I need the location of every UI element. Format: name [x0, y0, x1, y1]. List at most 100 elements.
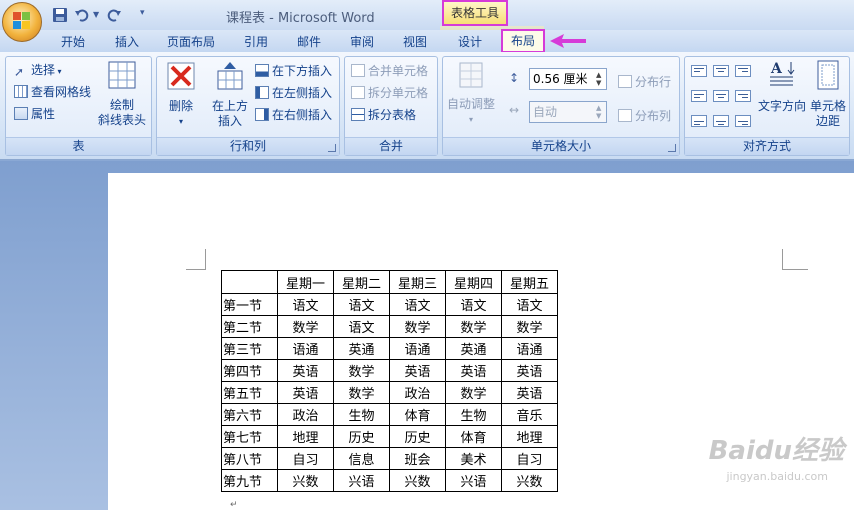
course-cell[interactable]: 英语	[389, 359, 446, 382]
undo-dropdown-icon[interactable]: ▼	[93, 10, 99, 19]
customize-qat-icon[interactable]: ▾	[140, 8, 145, 18]
course-cell[interactable]: 班会	[389, 447, 446, 470]
tab-home[interactable]: 开始	[61, 33, 85, 50]
table-header-cell[interactable]: 星期二	[333, 270, 390, 294]
office-button[interactable]	[2, 2, 42, 42]
course-cell[interactable]: 数学	[445, 381, 502, 404]
table-header-cell[interactable]: 星期四	[445, 270, 502, 294]
tab-design[interactable]: 设计	[458, 33, 482, 50]
course-cell[interactable]: 数学	[333, 381, 390, 404]
period-cell[interactable]: 第五节	[221, 381, 278, 404]
tab-review[interactable]: 审阅	[350, 33, 374, 50]
table-header-cell[interactable]: 星期三	[389, 270, 446, 294]
period-cell[interactable]: 第九节	[221, 469, 278, 492]
period-cell[interactable]: 第二节	[221, 315, 278, 338]
period-cell[interactable]: 第一节	[221, 293, 278, 316]
course-cell[interactable]: 政治	[277, 403, 334, 426]
course-cell[interactable]: 语通	[389, 337, 446, 360]
course-cell[interactable]: 数学	[277, 315, 334, 338]
course-cell[interactable]: 数学	[333, 359, 390, 382]
align-top-center-icon[interactable]	[713, 65, 729, 77]
period-cell[interactable]: 第八节	[221, 447, 278, 470]
align-top-right-icon[interactable]	[735, 65, 751, 77]
insert-left-button[interactable]: 在左侧插入	[255, 84, 332, 101]
course-cell[interactable]: 英语	[277, 381, 334, 404]
course-cell[interactable]: 兴语	[333, 469, 390, 492]
course-cell[interactable]: 体育	[445, 425, 502, 448]
rows-columns-dialog-launcher-icon[interactable]	[328, 144, 336, 152]
course-cell[interactable]: 语通	[277, 337, 334, 360]
course-cell[interactable]: 历史	[389, 425, 446, 448]
text-direction-button[interactable]: A 文字方向	[757, 59, 807, 114]
align-bottom-left-icon[interactable]	[691, 115, 707, 127]
row-height-input[interactable]: 0.56 厘米 ▲ ▼	[529, 68, 607, 90]
align-top-left-icon[interactable]	[691, 65, 707, 77]
autofit-button[interactable]: 自动调整 ▾	[445, 61, 497, 127]
course-cell[interactable]: 美术	[445, 447, 502, 470]
course-cell[interactable]: 地理	[277, 425, 334, 448]
align-middle-right-icon[interactable]	[735, 90, 751, 102]
course-cell[interactable]: 兴数	[277, 469, 334, 492]
tab-layout[interactable]: 布局	[501, 29, 545, 53]
delete-button[interactable]: 删除 ▾	[161, 61, 201, 129]
course-cell[interactable]: 数学	[501, 315, 558, 338]
period-cell[interactable]: 第三节	[221, 337, 278, 360]
course-cell[interactable]: 数学	[445, 315, 502, 338]
tab-mailings[interactable]: 邮件	[297, 33, 321, 50]
course-cell[interactable]: 语文	[389, 293, 446, 316]
course-cell[interactable]: 体育	[389, 403, 446, 426]
tab-insert[interactable]: 插入	[115, 33, 139, 50]
course-cell[interactable]: 自习	[277, 447, 334, 470]
course-cell[interactable]: 英语	[445, 359, 502, 382]
course-cell[interactable]: 语文	[445, 293, 502, 316]
properties-button[interactable]: 属性	[14, 105, 55, 122]
course-cell[interactable]: 政治	[389, 381, 446, 404]
tab-view[interactable]: 视图	[403, 33, 427, 50]
split-table-button[interactable]: 拆分表格	[351, 106, 416, 123]
course-cell[interactable]: 语文	[333, 315, 390, 338]
course-cell[interactable]: 语文	[333, 293, 390, 316]
insert-above-button[interactable]: 在上方 插入	[209, 61, 251, 129]
course-cell[interactable]: 音乐	[501, 403, 558, 426]
course-cell[interactable]: 语文	[277, 293, 334, 316]
course-cell[interactable]: 英语	[501, 381, 558, 404]
table-header-cell[interactable]	[221, 270, 278, 294]
align-middle-center-icon[interactable]	[713, 90, 729, 102]
course-cell[interactable]: 生物	[445, 403, 502, 426]
course-cell[interactable]: 语通	[501, 337, 558, 360]
table-header-cell[interactable]: 星期五	[501, 270, 558, 294]
period-cell[interactable]: 第六节	[221, 403, 278, 426]
timetable[interactable]: 星期一 星期二 星期三 星期四 星期五 第一节 语文 语文 语文 语文 语文 第二节 数学 语文 数学 数学数…	[221, 270, 558, 492]
course-cell[interactable]: 语文	[501, 293, 558, 316]
course-cell[interactable]: 生物	[333, 403, 390, 426]
draw-diagonal-header-button[interactable]: 绘制 斜线表头	[96, 61, 148, 128]
merge-cells-button[interactable]: 合并单元格	[351, 62, 428, 79]
view-gridlines-button[interactable]: 查看网格线	[14, 83, 91, 100]
course-cell[interactable]: 数学	[389, 315, 446, 338]
cell-size-dialog-launcher-icon[interactable]	[668, 144, 676, 152]
course-cell[interactable]: 地理	[501, 425, 558, 448]
cell-margins-button[interactable]: 单元格 边距	[807, 59, 849, 129]
distribute-columns-button[interactable]: 分布列	[618, 107, 671, 124]
align-middle-left-icon[interactable]	[691, 90, 707, 102]
save-icon[interactable]	[52, 7, 68, 23]
column-width-input[interactable]: 自动 ▲ ▼	[529, 101, 607, 123]
tab-references[interactable]: 引用	[244, 33, 268, 50]
course-cell[interactable]: 英通	[445, 337, 502, 360]
spinner-arrows-icon[interactable]: ▲ ▼	[596, 71, 604, 87]
redo-icon[interactable]	[106, 7, 122, 23]
course-cell[interactable]: 信息	[333, 447, 390, 470]
undo-icon[interactable]	[74, 7, 90, 23]
course-cell[interactable]: 英通	[333, 337, 390, 360]
insert-below-button[interactable]: 在下方插入	[255, 62, 332, 79]
table-header-cell[interactable]: 星期一	[277, 270, 334, 294]
course-cell[interactable]: 兴数	[501, 469, 558, 492]
course-cell[interactable]: 兴语	[445, 469, 502, 492]
align-bottom-center-icon[interactable]	[713, 115, 729, 127]
tab-page-layout[interactable]: 页面布局	[167, 33, 215, 50]
distribute-rows-button[interactable]: 分布行	[618, 73, 671, 90]
split-cells-button[interactable]: 拆分单元格	[351, 84, 428, 101]
course-cell[interactable]: 历史	[333, 425, 390, 448]
course-cell[interactable]: 自习	[501, 447, 558, 470]
course-cell[interactable]: 兴数	[389, 469, 446, 492]
